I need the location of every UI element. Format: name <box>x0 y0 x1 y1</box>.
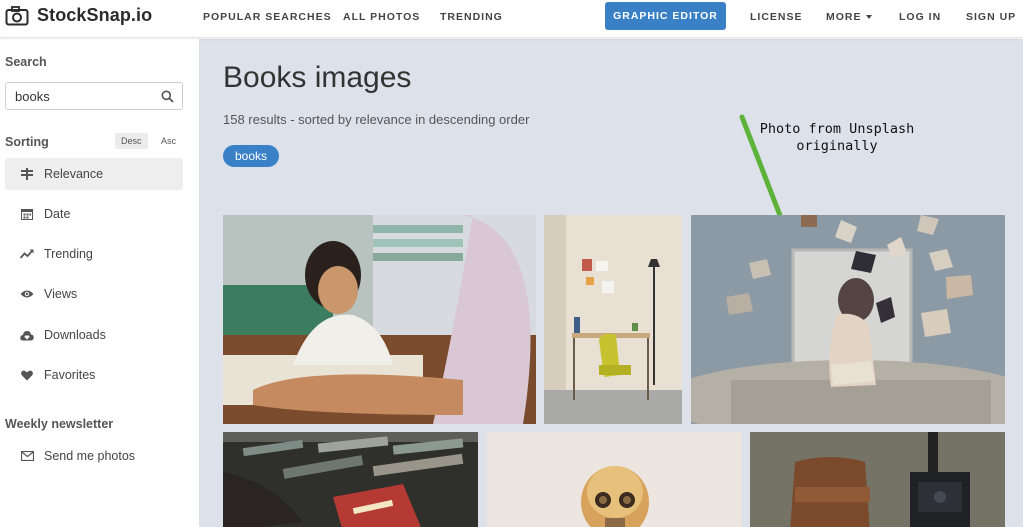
nav-more[interactable]: MORE <box>826 11 872 23</box>
sort-date-label: Date <box>44 207 71 221</box>
logo-text: StockSnap.io <box>37 5 153 25</box>
envelope-icon <box>19 448 35 464</box>
top-navigation: StockSnap.io POPULAR SEARCHES ALL PHOTOS… <box>0 0 1023 38</box>
calendar-icon <box>19 206 35 222</box>
nav-all-photos[interactable]: ALL PHOTOS <box>343 11 420 23</box>
nav-trending[interactable]: TRENDING <box>440 11 503 23</box>
search-heading: Search <box>5 55 47 69</box>
eye-icon <box>19 286 35 302</box>
nav-popular-searches[interactable]: POPULAR SEARCHES <box>203 11 332 23</box>
graphic-editor-button[interactable]: GRAPHIC EDITOR <box>605 2 726 30</box>
main-content: Books images 158 results - sorted by rel… <box>199 39 1023 527</box>
page-title: Books images <box>223 61 412 94</box>
search-input[interactable] <box>15 88 155 104</box>
newsletter-send-me-photos[interactable]: Send me photos <box>5 440 183 472</box>
sort-trending-label: Trending <box>44 247 93 261</box>
sort-date[interactable]: Date <box>5 198 183 230</box>
photo-book-shelf[interactable] <box>223 432 478 527</box>
sort-relevance-label: Relevance <box>44 167 104 181</box>
sort-trending[interactable]: Trending <box>5 238 183 270</box>
cloud-download-icon <box>19 327 35 343</box>
results-summary: 158 results - sorted by relevance in des… <box>223 112 530 127</box>
heart-icon <box>19 367 35 383</box>
trending-icon <box>19 246 35 262</box>
search-icon[interactable] <box>161 90 174 103</box>
camera-icon <box>5 5 29 25</box>
sort-downloads-label: Downloads <box>44 328 106 342</box>
relevance-icon <box>19 166 35 182</box>
photo-flying-books[interactable] <box>691 215 1005 424</box>
chevron-down-icon <box>865 15 872 20</box>
graphic-editor-label: GRAPHIC EDITOR <box>613 10 718 22</box>
sort-favorites[interactable]: Favorites <box>5 359 183 391</box>
photo-robot-figure[interactable] <box>487 432 742 527</box>
photo-yellow-chair-room[interactable] <box>544 215 682 424</box>
sort-asc-toggle[interactable]: Asc <box>155 133 182 149</box>
newsletter-item-label: Send me photos <box>44 449 136 463</box>
photo-girl-reading[interactable] <box>223 215 536 424</box>
sort-views[interactable]: Views <box>5 278 183 310</box>
sort-relevance[interactable]: Relevance <box>5 158 183 190</box>
search-box <box>5 82 183 110</box>
sort-views-label: Views <box>44 287 78 301</box>
tag-books[interactable]: books <box>223 145 280 167</box>
annotation-text: Photo from Unsplash originally <box>759 121 915 154</box>
sorting-heading: Sorting <box>5 135 49 149</box>
newsletter-heading: Weekly newsletter <box>5 417 114 431</box>
sort-downloads[interactable]: Downloads <box>5 319 183 351</box>
sort-favorites-label: Favorites <box>44 368 96 382</box>
nav-login[interactable]: LOG IN <box>899 11 941 23</box>
sort-desc-toggle[interactable]: Desc <box>115 133 148 149</box>
sidebar: Search Sorting Desc Asc Relevance Date T… <box>0 39 199 527</box>
logo[interactable]: StockSnap.io <box>5 5 152 26</box>
photo-leather-chair-stove[interactable] <box>750 432 1005 527</box>
nav-signup[interactable]: SIGN UP <box>966 11 1016 23</box>
nav-more-label: MORE <box>826 11 862 23</box>
nav-license[interactable]: LICENSE <box>750 11 803 23</box>
